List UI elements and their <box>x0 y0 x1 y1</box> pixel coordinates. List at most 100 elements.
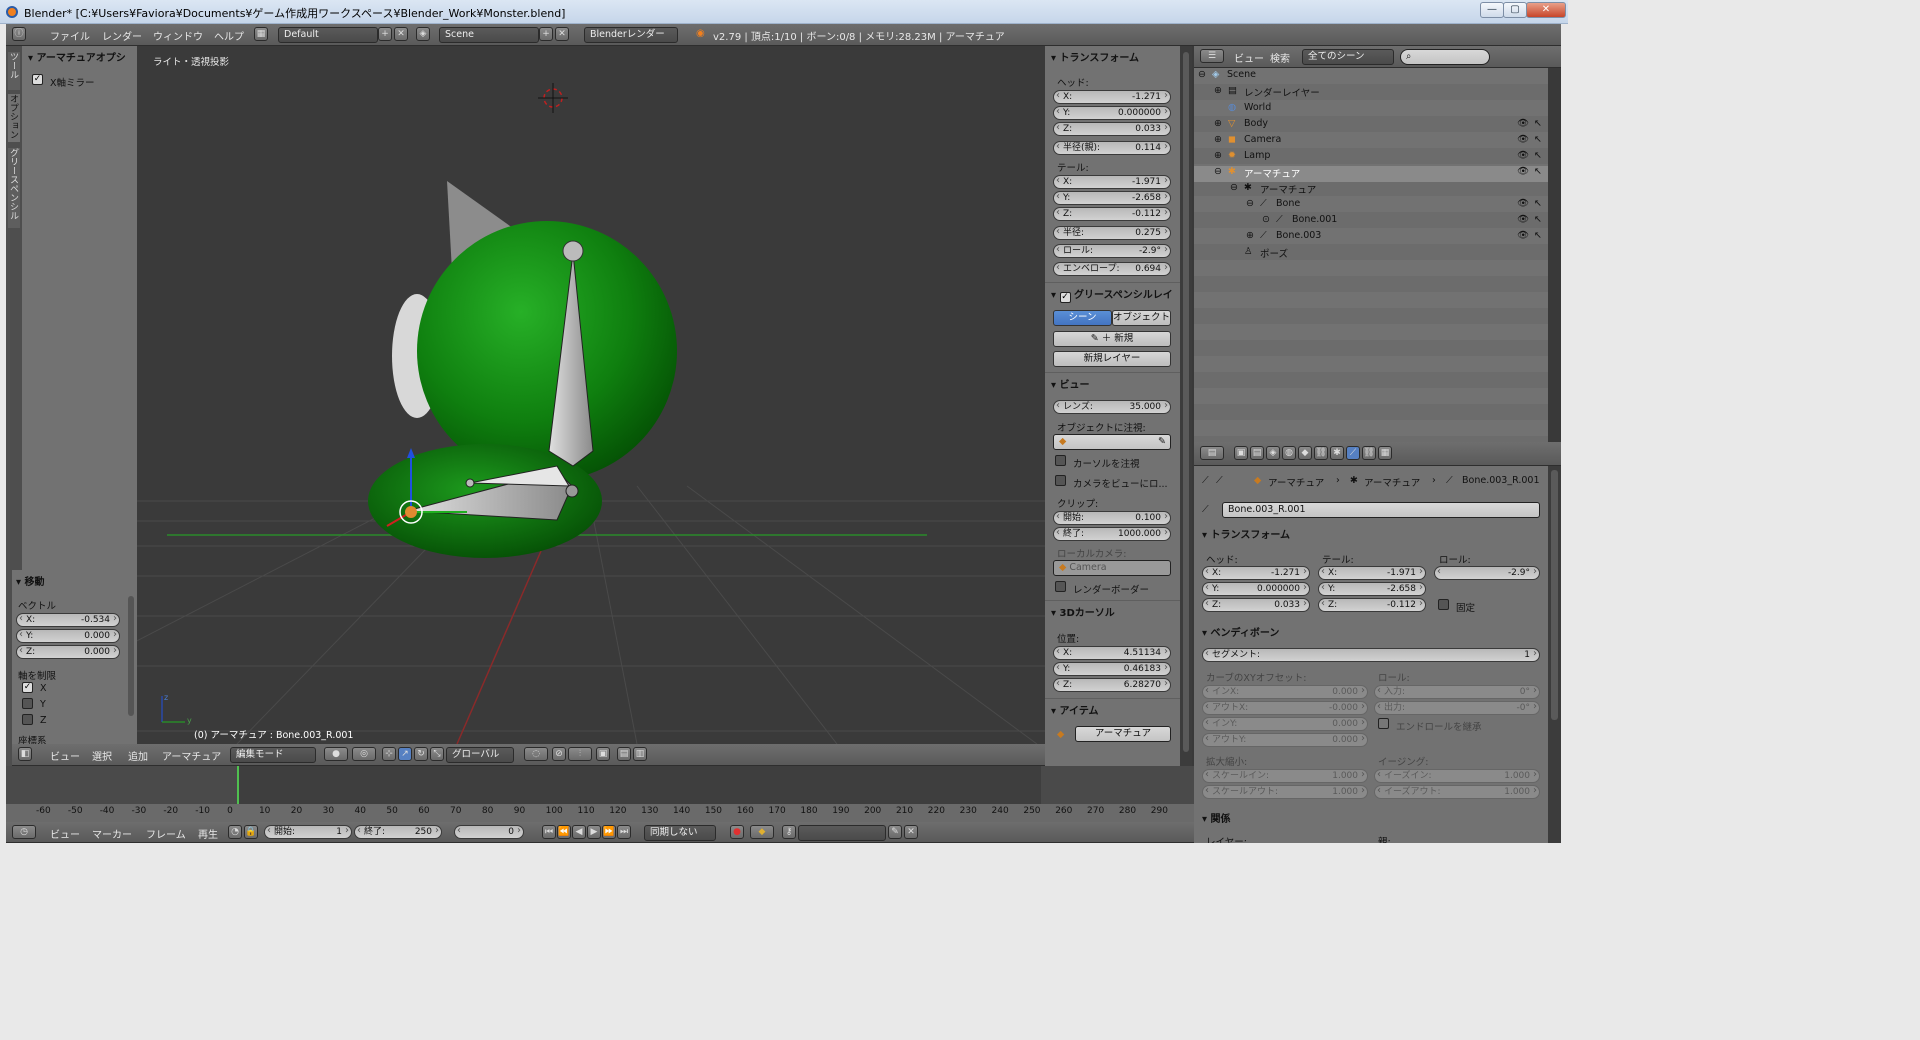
info-editor-icon[interactable]: ⓘ <box>12 27 26 41</box>
bone-constraint-tab-icon[interactable]: ⛓ <box>1362 446 1376 460</box>
np-head-y-field[interactable]: Y:0.000000 <box>1053 106 1171 120</box>
tl-current-field[interactable]: 0 <box>454 825 524 839</box>
rotate-icon[interactable]: ↻ <box>414 747 428 761</box>
3d-viewport[interactable]: ライト・透視投影 z y (0) アーマチュア : Bone.003_R.001 <box>137 46 1045 744</box>
np-head-x-field[interactable]: X:-1.271 <box>1053 90 1171 104</box>
collapse-icon[interactable]: ⊖ <box>1214 166 1222 177</box>
eyedropper-icon[interactable]: ✎ <box>1158 435 1166 449</box>
play-reverse-icon[interactable]: ◀ <box>572 825 586 839</box>
time-icon[interactable]: ◔ <box>228 825 242 839</box>
np-gp-checkbox[interactable]: ✓ <box>1059 292 1071 303</box>
constrain-x-checkbox[interactable]: ✓ <box>22 682 33 693</box>
pp-bbone-title[interactable]: ▾ ベンディボーン <box>1202 624 1279 639</box>
np-localcam-field[interactable]: ◆ Camera <box>1053 560 1171 576</box>
record-icon[interactable]: ● <box>730 825 744 839</box>
tl-end-field[interactable]: 終了: 250 <box>354 825 442 839</box>
tab-options[interactable]: オプション <box>8 94 20 142</box>
np-lens-field[interactable]: レンズ: 35.000 <box>1053 400 1171 414</box>
pp-roll-in-field[interactable]: 入力: 0° <box>1374 685 1540 699</box>
outliner-row-lamp[interactable]: ⊕ ✹ Lamp 👁 ↖ <box>1194 150 1548 166</box>
orientation-select[interactable]: グローバル <box>446 747 514 763</box>
outliner-search-input[interactable]: ⌕ <box>1400 49 1490 65</box>
proportional-edit-icon[interactable]: ◌ <box>524 747 548 761</box>
timeline-area[interactable]: -60 -50 -40 -30 -20 -10 0 10 20 30 40 50 60 70 80 90 100… <box>6 766 1194 822</box>
maximize-button[interactable]: ▢ <box>1503 2 1527 18</box>
keyframe-icon[interactable]: ⚷ <box>782 825 796 839</box>
np-cursor-z-field[interactable]: Z:6.28270 <box>1053 678 1171 692</box>
operator-scrollbar[interactable] <box>128 596 134 716</box>
active-keying-set-field[interactable] <box>798 825 886 841</box>
snap-target-icon[interactable]: ▣ <box>596 747 610 761</box>
np-cursor-y-field[interactable]: Y:0.46183 <box>1053 662 1171 676</box>
pp-lock-checkbox[interactable] <box>1438 599 1449 610</box>
delete-keyframe-icon[interactable]: ✕ <box>904 825 918 839</box>
keying-set-icon[interactable]: ◆ <box>750 825 774 839</box>
pp-ease-out-field[interactable]: イーズアウト: 1.000 <box>1374 785 1540 799</box>
collapse-icon[interactable]: ⊖ <box>1198 69 1206 80</box>
pp-tail-x-field[interactable]: X:-1.971 <box>1318 566 1426 580</box>
outliner-editor-icon[interactable]: ☰ <box>1200 49 1224 63</box>
np-lock-cam-checkbox[interactable] <box>1055 475 1066 486</box>
cursor-select-icon[interactable]: ↖ <box>1534 118 1542 129</box>
timeline-editor-icon[interactable]: ◷ <box>12 825 36 839</box>
vp-menu-add[interactable]: 追加 <box>128 748 148 763</box>
np-gp-newlayer-button[interactable]: 新規レイヤー <box>1053 351 1171 367</box>
outliner-row-pose[interactable]: ♙ ポーズ <box>1194 246 1548 262</box>
pp-tail-y-field[interactable]: Y:-2.658 <box>1318 582 1426 596</box>
bone-name-input[interactable]: Bone.003_R.001 <box>1222 502 1540 518</box>
outliner-row-armature-object[interactable]: ⊖ ✱ アーマチュア 👁 ↖ <box>1194 166 1548 182</box>
sync-select[interactable]: 同期しない <box>644 825 716 841</box>
np-item-name-field[interactable]: アーマチュア <box>1075 726 1171 742</box>
constrain-y-checkbox[interactable] <box>22 698 33 709</box>
expand-icon[interactable]: ⊕ <box>1214 85 1222 96</box>
expand-icon[interactable]: ⊕ <box>1214 134 1222 145</box>
render-tab-icon[interactable]: ▣ <box>1234 446 1248 460</box>
tab-tools[interactable]: ツール <box>8 52 20 90</box>
pp-roll-field[interactable]: -2.9° <box>1434 566 1540 580</box>
render-preview-icon[interactable]: ▤ <box>617 747 631 761</box>
tl-menu-marker[interactable]: マーカー <box>92 826 132 841</box>
np-clip-end-field[interactable]: 終了: 1000.000 <box>1053 527 1171 541</box>
tl-menu-frame[interactable]: フレーム <box>146 826 186 841</box>
np-item-title[interactable]: ▾ アイテム <box>1051 702 1099 717</box>
pp-ease-in-field[interactable]: イーズイン: 1.000 <box>1374 769 1540 783</box>
pp-head-x-field[interactable]: X:-1.271 <box>1202 566 1310 580</box>
bone-head-joint[interactable] <box>562 240 584 262</box>
cursor-select-icon[interactable]: ↖ <box>1534 230 1542 241</box>
outliner-row-bone003[interactable]: ⊕ ⟋ Bone.003 👁 ↖ <box>1194 230 1548 246</box>
np-render-border-checkbox[interactable] <box>1055 581 1066 592</box>
world-tab-icon[interactable]: ◍ <box>1282 446 1296 460</box>
eye-icon[interactable]: 👁 <box>1517 198 1529 209</box>
tl-menu-view[interactable]: ビュー <box>50 826 80 841</box>
np-gp-object-button[interactable]: オブジェクト <box>1112 310 1171 326</box>
np-view-title[interactable]: ▾ ビュー <box>1051 376 1090 391</box>
menu-file[interactable]: ファイル <box>50 28 90 43</box>
layout-field[interactable]: Default <box>278 27 378 43</box>
menu-render[interactable]: レンダー <box>102 28 142 43</box>
outliner-row-bone[interactable]: ⊖ ⟋ Bone 👁 ↖ <box>1194 198 1548 214</box>
vp-menu-view[interactable]: ビュー <box>50 748 80 763</box>
expand-icon[interactable]: ⊕ <box>1214 118 1222 129</box>
np-tail-z-field[interactable]: Z:-0.112 <box>1053 207 1171 221</box>
outliner-row-armature-data[interactable]: ⊖ ✱ アーマチュア <box>1194 182 1548 198</box>
menu-help[interactable]: ヘルプ <box>214 28 244 43</box>
tl-start-field[interactable]: 開始: 1 <box>264 825 352 839</box>
cursor-select-icon[interactable]: ↖ <box>1534 214 1542 225</box>
current-frame-indicator[interactable] <box>237 766 239 804</box>
np-gp-title[interactable]: ▾ ✓ グリースペンシルレイ <box>1051 286 1173 303</box>
outliner-row-body[interactable]: ⊕ ▽ Body 👁 ↖ <box>1194 118 1548 134</box>
bone-001-joint[interactable] <box>465 478 475 488</box>
editor-type-icon[interactable]: ◧ <box>18 747 32 761</box>
bone-tab-icon[interactable]: ⟋ <box>1346 446 1360 460</box>
mode-select[interactable]: 編集モード <box>230 747 316 763</box>
np-lockobj-field[interactable]: ◆ ✎ <box>1053 434 1171 450</box>
vector-x-field[interactable]: X: -0.534 <box>16 613 120 627</box>
pp-head-z-field[interactable]: Z:0.033 <box>1202 598 1310 612</box>
collapse-icon[interactable]: ⊖ <box>1246 198 1254 209</box>
scene-icon[interactable]: ◈ <box>416 27 430 41</box>
outliner-display-select[interactable]: 全てのシーン <box>1302 49 1394 65</box>
np-transform-title[interactable]: ▾ トランスフォーム <box>1051 49 1139 64</box>
outliner-row-camera[interactable]: ⊕ ◼ Camera 👁 ↖ <box>1194 134 1548 150</box>
remove-layout-icon[interactable]: ✕ <box>394 27 408 41</box>
xmirror-checkbox[interactable]: ✓ <box>32 74 43 85</box>
